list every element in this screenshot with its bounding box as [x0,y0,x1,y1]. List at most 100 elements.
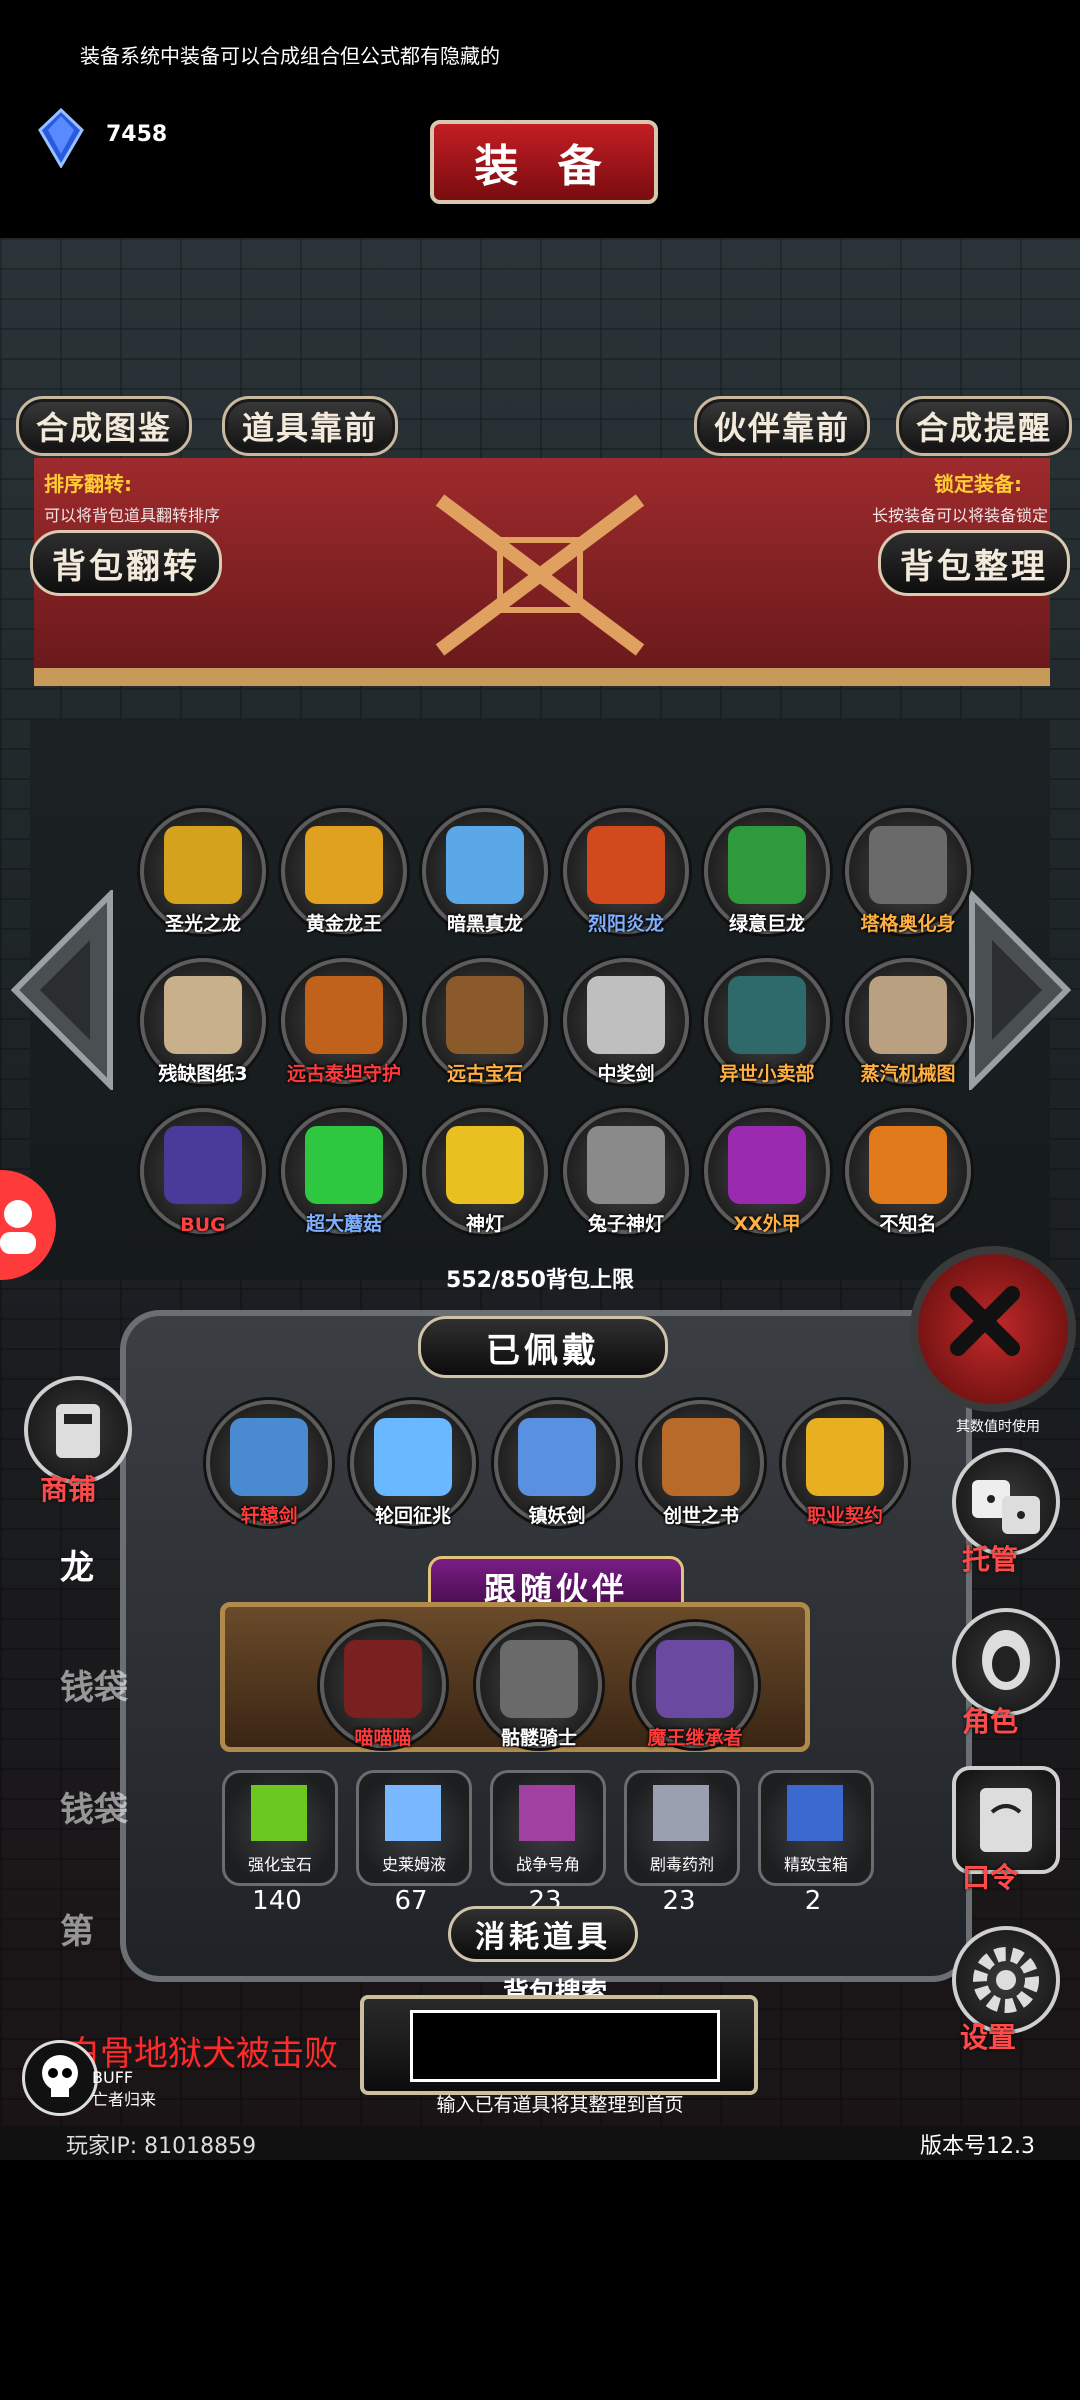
inventory-item[interactable]: 中奖剑 [563,958,689,1085]
inventory-item-art [587,1126,665,1204]
bag-flip-button[interactable]: 背包翻转 [30,530,222,596]
inventory-item-label: 兔子神灯 [587,1213,664,1235]
consumable-item-art [787,1785,843,1841]
auto-label: 托管 [962,1543,1019,1576]
consumable-item[interactable]: 强化宝石 [222,1770,338,1886]
lock-equip-label: 锁定装备: [934,472,1022,496]
follower-item-label: 魔王继承者 [647,1727,743,1749]
tab-synthesis-reminder[interactable]: 合成提醒 [896,396,1072,456]
inventory-item-art [305,826,383,904]
prev-page-arrow-icon[interactable] [10,890,120,1090]
inventory-item-label: 远古宝石 [446,1063,523,1085]
inventory-item[interactable]: 圣光之龙 [140,808,266,935]
consumable-item[interactable]: 剧毒药剂 [624,1770,740,1886]
inventory-item[interactable]: BUG [140,1108,266,1236]
chat-avatar-button[interactable] [0,1170,56,1280]
follower-item[interactable]: 魔王继承者 [632,1622,758,1749]
inventory-item[interactable]: 黄金龙王 [281,808,407,935]
inventory-item-art [164,1126,242,1204]
consumable-item-label: 剧毒药剂 [649,1855,714,1874]
consumable-item-art [653,1785,709,1841]
consumable-item[interactable]: 精致宝箱 [758,1770,874,1886]
character-label: 角色 [962,1705,1019,1738]
equipped-item[interactable]: 职业契约 [782,1400,908,1527]
inventory-item[interactable]: 烈阳炎龙 [563,808,689,935]
inventory-item-art [587,826,665,904]
tab-partners-first[interactable]: 伙伴靠前 [694,396,870,456]
inventory-item-art [446,976,524,1054]
side-partial-text: 其数值时使用 [956,1419,1040,1435]
consumable-count: 2 [804,1886,822,1916]
bg-text-rank: 第 [60,1912,94,1952]
player-ip: 玩家IP: 81018859 [66,2134,257,2159]
consumable-item-art [251,1785,307,1841]
inventory-item[interactable]: 残缺图纸3 [140,958,266,1085]
consumables-title: 消耗道具 [448,1906,638,1962]
inventory-item-art [869,976,947,1054]
consumable-count: 140 [252,1886,302,1916]
gem-count: 7458 [106,122,168,147]
equipped-item-art [518,1418,596,1496]
consumable-item-label: 精致宝箱 [783,1855,848,1874]
inventory-item-art [587,976,665,1054]
bag-search-input[interactable] [410,2010,720,2082]
inventory-item-label: 黄金龙王 [305,913,382,935]
inventory-item-label: 不知名 [879,1213,937,1235]
settings-label: 设置 [960,2021,1017,2054]
consumable-count: 67 [394,1886,428,1916]
bg-text-wallet-2: 钱袋 [60,1790,128,1830]
consumable-item[interactable]: 战争号角 [490,1770,606,1886]
equipped-item-label: 创世之书 [662,1505,739,1527]
lock-equip-desc: 长按装备可以将装备锁定 [872,506,1049,525]
code-label: 口令 [962,1861,1019,1894]
equipped-item[interactable]: 轩辕剑 [206,1400,332,1527]
equipped-item-art [230,1418,308,1496]
equipped-item[interactable]: 轮回征兆 [350,1400,476,1527]
inventory-item[interactable]: 绿意巨龙 [704,808,830,935]
inventory-item[interactable]: 兔子神灯 [563,1108,689,1235]
inventory-item[interactable]: 暗黑真龙 [422,808,548,935]
inventory-item[interactable]: 塔格奥化身 [845,808,971,935]
sort-flip-desc: 可以将背包道具翻转排序 [44,506,221,525]
inventory-item-label: 远古泰坦守护 [286,1063,401,1085]
inventory-item[interactable]: 异世小卖部 [704,958,830,1085]
inventory-item-art [305,976,383,1054]
inventory-item-label: 圣光之龙 [164,913,241,935]
tab-items-first[interactable]: 道具靠前 [222,396,398,456]
bg-text-wallet-1: 钱袋 [60,1668,128,1708]
follower-item-label: 骷髅骑士 [500,1727,577,1749]
equipped-item[interactable]: 镇妖剑 [494,1400,620,1527]
follower-item-art [344,1640,422,1718]
equipped-item-art [374,1418,452,1496]
consumable-item-label: 史莱姆液 [381,1855,446,1874]
equipped-item[interactable]: 创世之书 [638,1400,764,1527]
follower-item[interactable]: 骷髅骑士 [476,1622,602,1749]
equipped-item-label: 镇妖剑 [528,1505,586,1527]
consumable-item[interactable]: 史莱姆液 [356,1770,472,1886]
buff-sub-label: 亡者归来 [92,2090,157,2109]
inventory-item-label: BUG [180,1214,226,1236]
inventory-item-art [728,976,806,1054]
inventory-item[interactable]: 蒸汽机械图 [845,958,971,1085]
consumable-item-label: 强化宝石 [247,1855,312,1874]
close-button[interactable] [910,1246,1076,1412]
tab-synthesis-guide[interactable]: 合成图鉴 [16,396,192,456]
inventory-item-label: 绿意巨龙 [728,913,805,935]
inventory-item[interactable]: 超大蘑菇 [281,1108,407,1235]
crossed-swords-emblem [435,494,645,656]
inventory-item[interactable]: 远古泰坦守护 [281,958,407,1085]
equipped-item-art [662,1418,740,1496]
inventory-item-art [164,826,242,904]
follower-item[interactable]: 喵喵喵 [320,1622,446,1749]
follower-item-art [500,1640,578,1718]
inventory-item[interactable]: 神灯 [422,1108,548,1235]
inventory-item[interactable]: XX外甲 [704,1108,830,1235]
inventory-item[interactable]: 不知名 [845,1108,971,1235]
inventory-item[interactable]: 远古宝石 [422,958,548,1085]
version-label: 版本号12.3 [920,2134,1035,2159]
buff-skull-icon[interactable] [22,2040,98,2116]
bag-sort-button[interactable]: 背包整理 [878,530,1070,596]
inventory-item-label: 烈阳炎龙 [587,913,664,935]
consumable-item-label: 战争号角 [515,1855,580,1874]
follower-item-label: 喵喵喵 [354,1727,412,1749]
